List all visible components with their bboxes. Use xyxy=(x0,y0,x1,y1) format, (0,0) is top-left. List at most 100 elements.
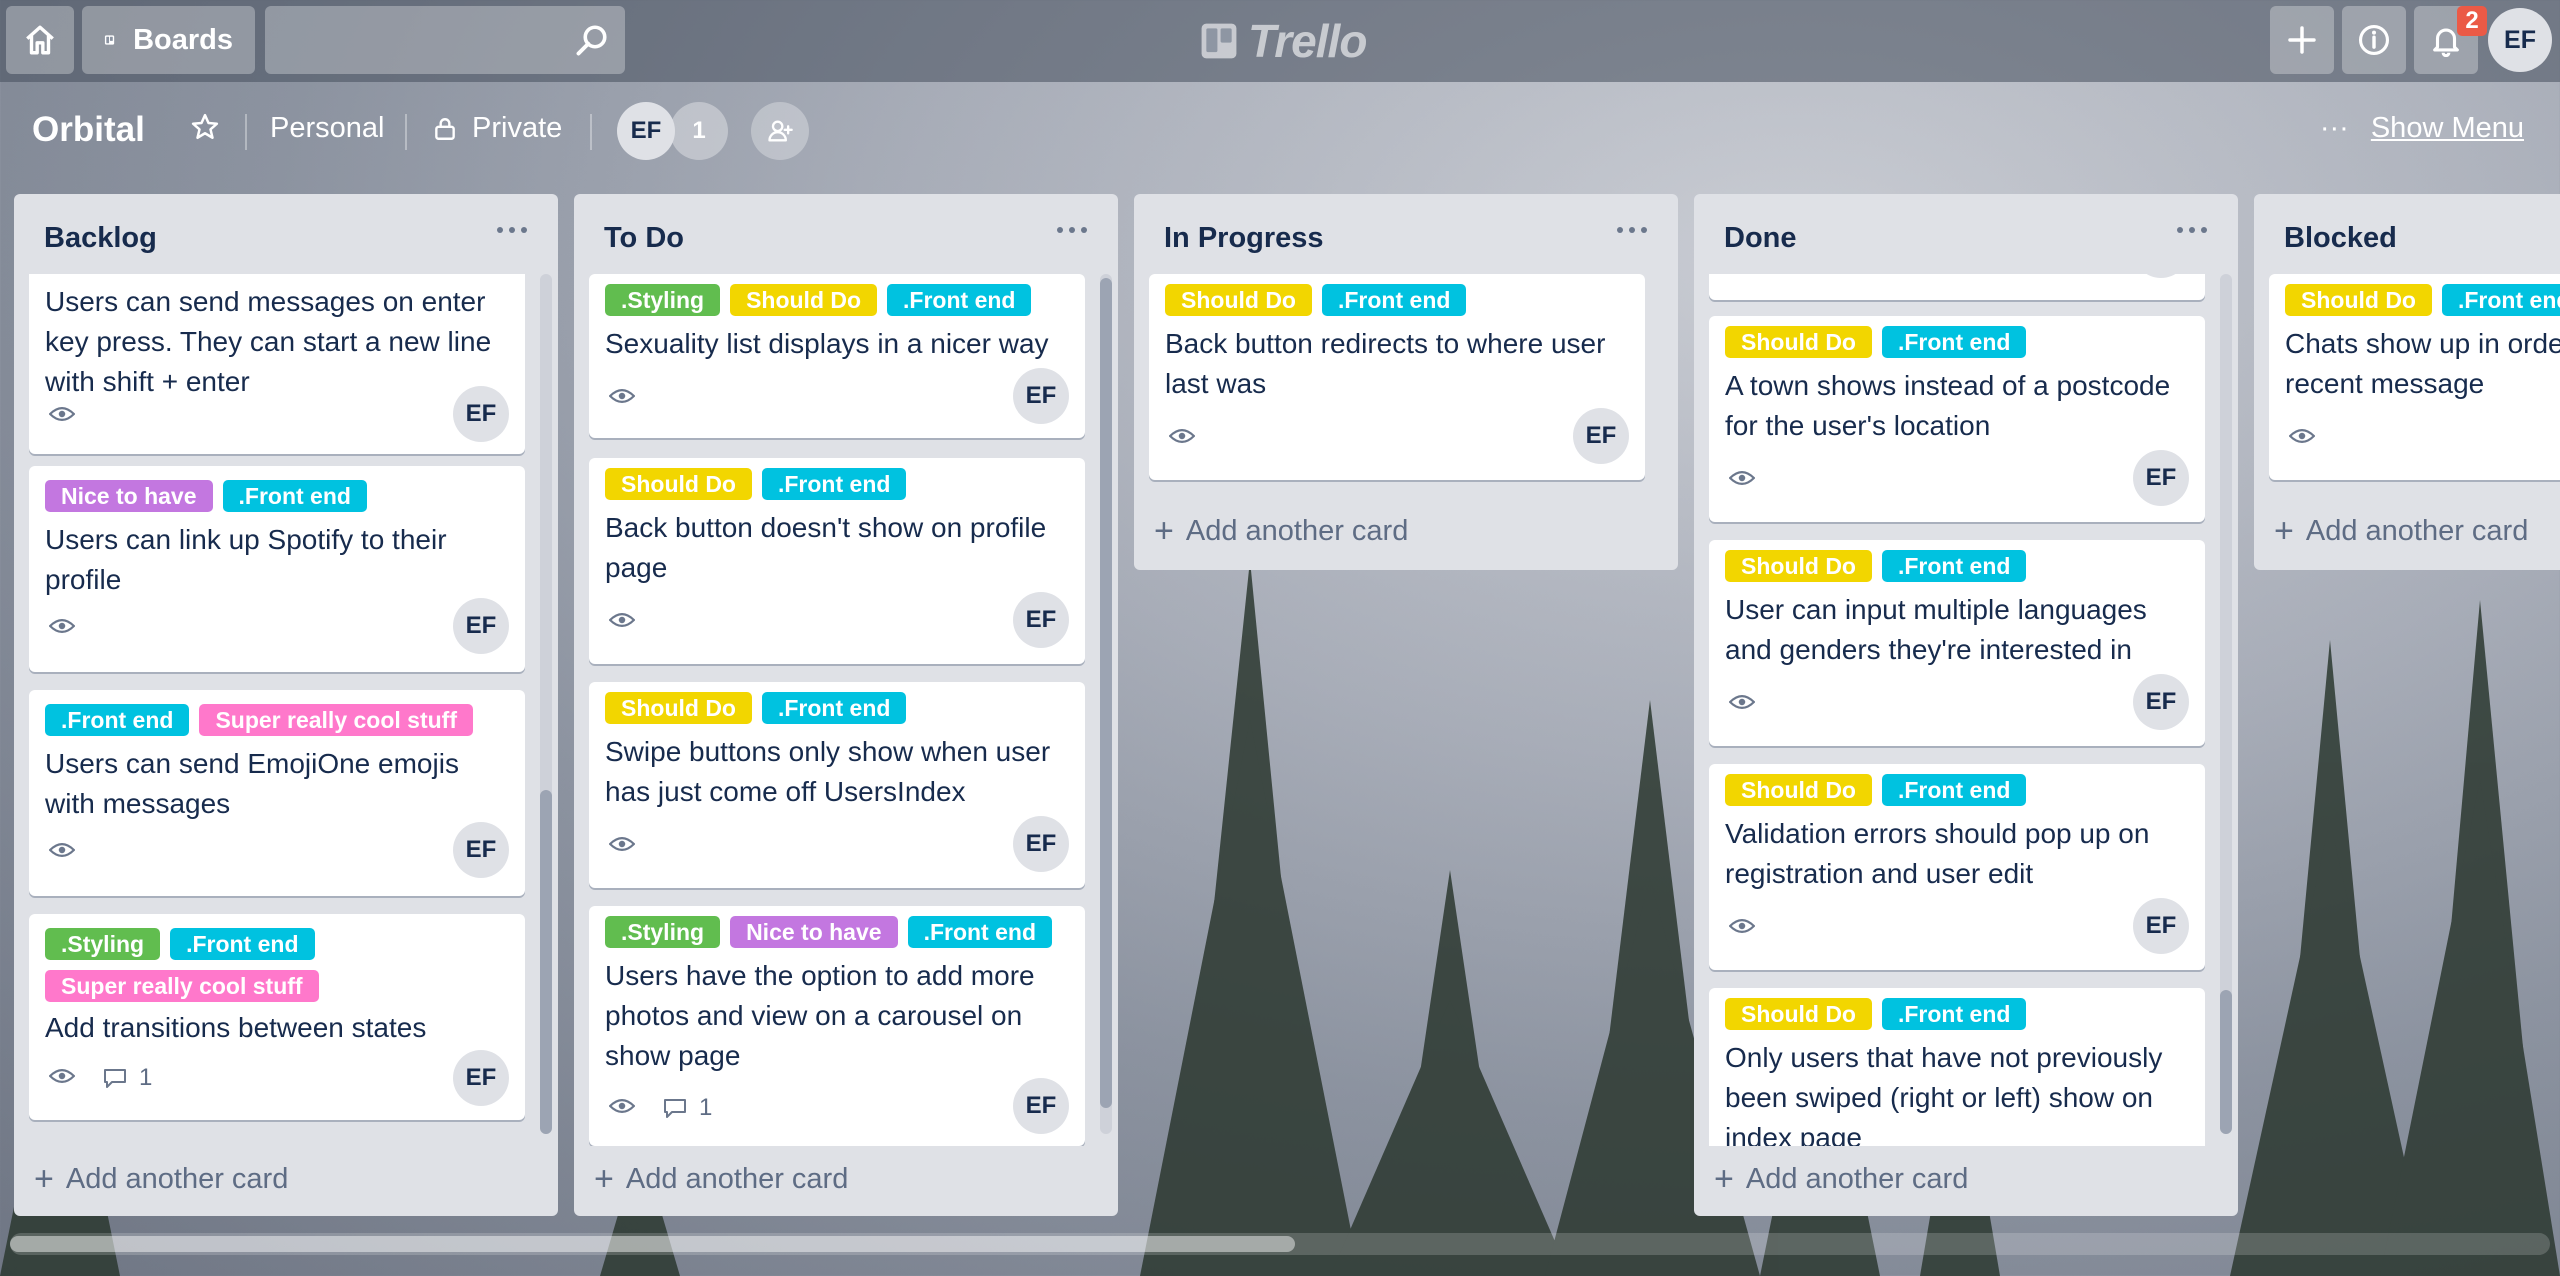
list-menu-button[interactable] xyxy=(488,212,536,248)
card-member-avatar[interactable]: EF xyxy=(2133,450,2189,506)
card[interactable]: Users can send messages on enter key pre… xyxy=(29,274,525,454)
header-divider xyxy=(405,114,407,150)
card-title: Users have the option to add more photos… xyxy=(605,960,1035,1071)
list-header: Done xyxy=(1694,194,2238,274)
card-labels: Should Do .Front end xyxy=(605,468,1075,500)
card[interactable]: Should Do .Front end Chats show up in or… xyxy=(2269,274,2560,480)
board-member-avatar[interactable]: EF xyxy=(617,102,675,160)
list-scrollbar-thumb[interactable] xyxy=(540,790,552,1134)
list-title[interactable]: To Do xyxy=(604,222,684,255)
add-card-button[interactable]: + Add another card xyxy=(1714,1160,1968,1199)
list-menu-button[interactable] xyxy=(1048,212,1096,248)
card-label: .Front end xyxy=(2441,284,2560,316)
plus-icon: + xyxy=(1154,512,1174,550)
card-title: A town shows instead of a postcode for t… xyxy=(1725,370,2171,441)
card[interactable]: .Styling .Front end Super really cool st… xyxy=(29,914,525,1120)
card-label: Should Do xyxy=(1165,284,1312,316)
card-badges: 1 xyxy=(608,1094,712,1122)
list-scrollbar-thumb[interactable] xyxy=(1100,278,1112,1108)
comments-badge: 1 xyxy=(663,1094,712,1122)
card-label: Should Do xyxy=(605,468,752,500)
search-icon[interactable] xyxy=(574,22,610,63)
card-member-avatar[interactable]: EF xyxy=(2133,898,2189,954)
card-title: Validation errors should pop up on regis… xyxy=(1725,818,2150,889)
card[interactable]: Should Do .Front end Validation errors s… xyxy=(1709,764,2205,970)
card-member-avatar[interactable]: EF xyxy=(453,1050,509,1106)
boards-button[interactable]: Boards xyxy=(82,6,255,74)
card[interactable]: Should Do .Front end A town shows instea… xyxy=(1709,316,2205,522)
logo-text: Trello xyxy=(1248,15,1367,67)
info-button[interactable] xyxy=(2342,6,2406,74)
card-list: Should Do .Front end Back button redirec… xyxy=(1134,274,1678,494)
trello-logo[interactable]: Trello xyxy=(1200,14,1367,68)
board-scrollbar-thumb[interactable] xyxy=(10,1236,1295,1252)
card-member-avatar[interactable]: EF xyxy=(1013,1078,1069,1134)
card-member-avatar[interactable]: EF xyxy=(453,386,509,442)
card-member-avatar[interactable]: EF xyxy=(1013,368,1069,424)
card-badges xyxy=(608,832,636,860)
member-count-badge[interactable]: 1 xyxy=(670,102,728,160)
card[interactable]: .Styling Nice to have .Front end Users h… xyxy=(589,906,1085,1146)
board-title[interactable]: Orbital xyxy=(32,110,145,150)
card[interactable]: Should Do .Front end Only users that hav… xyxy=(1709,988,2205,1146)
card-labels: Should Do .Front end xyxy=(1725,550,2195,582)
add-card-button[interactable]: + Add another card xyxy=(1154,512,1408,551)
card-member-avatar[interactable]: EF xyxy=(1013,816,1069,872)
card-member-avatar[interactable]: EF xyxy=(453,822,509,878)
card-member-avatar[interactable]: EF xyxy=(2133,674,2189,730)
add-card-label: Add another card xyxy=(625,1163,849,1195)
card[interactable]: .Front end Super really cool stuff Users… xyxy=(29,690,525,896)
card[interactable]: Should Do .Front end Swipe buttons only … xyxy=(589,682,1085,888)
card[interactable]: Should Do .Front end Back button redirec… xyxy=(1149,274,1645,480)
card[interactable]: Should Do .Front end Back button doesn't… xyxy=(589,458,1085,664)
star-icon[interactable] xyxy=(190,112,220,147)
user-avatar[interactable]: EF xyxy=(2488,8,2552,72)
list-title[interactable]: In Progress xyxy=(1164,222,1324,255)
list-menu-button[interactable] xyxy=(2168,212,2216,248)
card-member-avatar[interactable]: EF xyxy=(453,598,509,654)
invite-button[interactable] xyxy=(751,102,809,160)
team-button[interactable]: Personal xyxy=(270,112,384,145)
card-member-avatar[interactable] xyxy=(2133,274,2189,278)
list-done: Done Should Do .Front end A town shows i… xyxy=(1694,194,2238,1216)
add-card-button[interactable]: + Add another card xyxy=(2274,512,2528,551)
list-title[interactable]: Done xyxy=(1724,222,1797,255)
watch-icon xyxy=(608,832,636,860)
visibility-label: Private xyxy=(472,112,563,144)
boards-label: Boards xyxy=(133,23,233,56)
visibility-button[interactable]: Private xyxy=(432,112,562,145)
card-label: .Front end xyxy=(907,916,1052,948)
list-title[interactable]: Backlog xyxy=(44,222,157,255)
card-badges xyxy=(2288,424,2316,452)
card-list: Should Do .Front end Chats show up in or… xyxy=(2254,274,2560,494)
comment-count: 1 xyxy=(139,1064,153,1091)
create-button[interactable] xyxy=(2270,6,2334,74)
card[interactable]: .Styling Should Do .Front end Sexuality … xyxy=(589,274,1085,438)
card-labels: Nice to have .Front end xyxy=(45,480,515,512)
card-member-avatar[interactable]: EF xyxy=(1013,592,1069,648)
more-icon: ··· xyxy=(2319,112,2349,144)
boards-icon xyxy=(104,35,115,45)
card[interactable]: Should Do .Front end User can input mult… xyxy=(1709,540,2205,746)
home-button[interactable] xyxy=(6,6,74,74)
list-scrollbar-thumb[interactable] xyxy=(2220,990,2232,1134)
list-title[interactable]: Blocked xyxy=(2284,222,2397,255)
search-input[interactable] xyxy=(265,6,625,74)
watch-icon xyxy=(1728,690,1756,718)
card[interactable]: Nice to have .Front end Users can link u… xyxy=(29,466,525,672)
card-badges xyxy=(1168,424,1196,452)
add-card-button[interactable]: + Add another card xyxy=(34,1160,288,1199)
show-menu-button[interactable]: ··· Show Menu xyxy=(2320,112,2524,145)
list-menu-button[interactable] xyxy=(1608,212,1656,248)
card-list: Users can send messages on enter key pre… xyxy=(14,274,558,1146)
add-card-label: Add another card xyxy=(1745,1163,1969,1195)
card-badges xyxy=(608,384,636,412)
add-card-button[interactable]: + Add another card xyxy=(594,1160,848,1199)
top-navbar: Boards Trello 2 EF xyxy=(0,0,2560,82)
card-label: Should Do xyxy=(730,284,878,316)
card-list: .Styling Should Do .Front end Sexuality … xyxy=(574,274,1118,1146)
card[interactable] xyxy=(1709,274,2205,300)
card-member-avatar[interactable]: EF xyxy=(1573,408,1629,464)
card-list: Should Do .Front end A town shows instea… xyxy=(1694,274,2238,1146)
card-title: Sexuality list displays in a nicer way xyxy=(605,328,1049,359)
